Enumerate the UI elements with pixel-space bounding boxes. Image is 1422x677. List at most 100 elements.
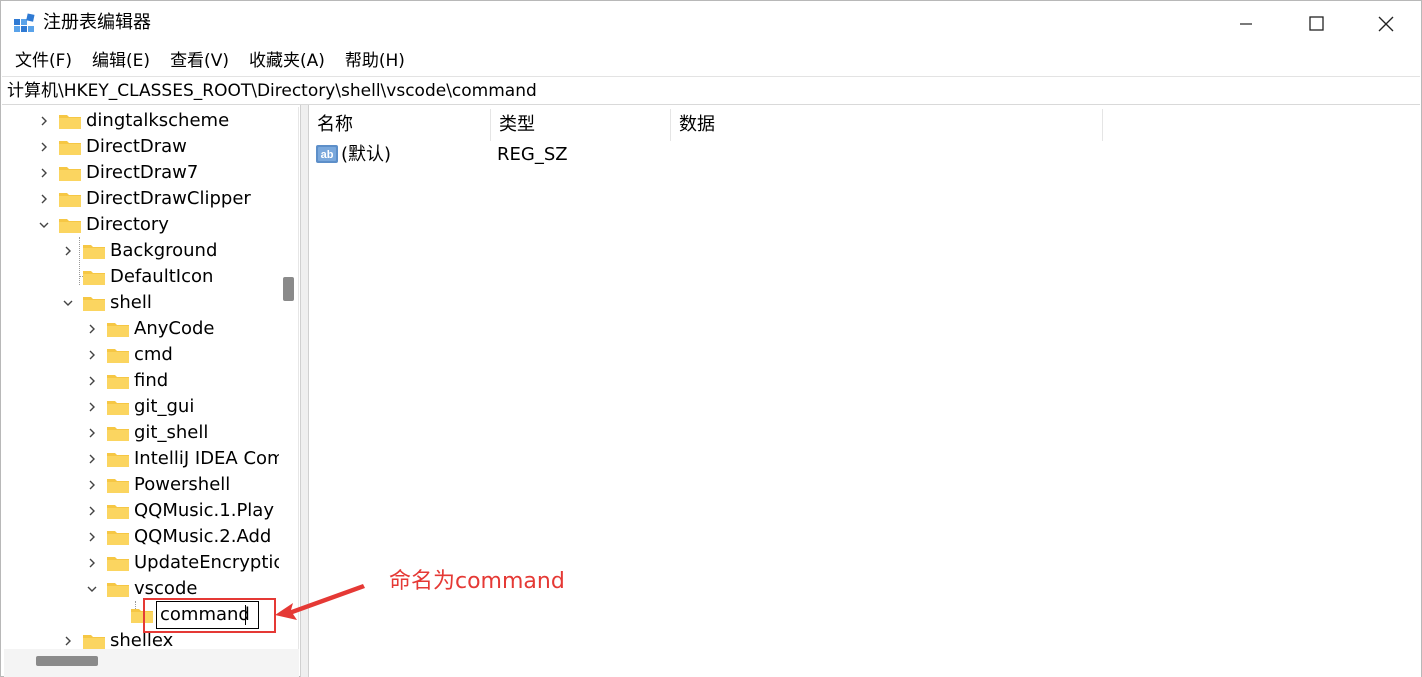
tree-vertical-scrollbar[interactable] <box>279 109 295 649</box>
chevron-down-icon[interactable] <box>84 581 100 597</box>
tree-item[interactable]: QQMusic.1.Play <box>84 498 274 524</box>
tree-item-label: git_gui <box>134 396 195 417</box>
tree-item[interactable]: shell <box>60 290 152 316</box>
close-button[interactable] <box>1351 1 1421 46</box>
tree-item[interactable]: IntelliJ IDEA Com <box>84 446 285 472</box>
chevron-right-icon[interactable] <box>84 347 100 363</box>
tree-item[interactable]: UpdateEncryptic <box>84 550 283 576</box>
tree-item-label: DirectDrawClipper <box>86 188 251 209</box>
menu-view[interactable]: 查看(V) <box>160 47 239 75</box>
tree-item[interactable]: cmd <box>84 342 173 368</box>
column-header-data[interactable]: 数据 <box>671 109 1103 141</box>
tree-item-label: dingtalkscheme <box>86 110 230 131</box>
address-bar[interactable]: 计算机\HKEY_CLASSES_ROOT\Directory\shell\vs… <box>2 76 1420 105</box>
chevron-down-icon[interactable] <box>60 295 76 311</box>
value-row[interactable]: ab (默认) REG_SZ <box>309 141 1109 169</box>
tree-item-label: DirectDraw <box>86 136 187 157</box>
window-title: 注册表编辑器 <box>43 12 151 33</box>
svg-text:ab: ab <box>321 149 334 161</box>
tree-item-label: find <box>134 370 169 391</box>
tree-item[interactable]: git_shell <box>84 420 208 446</box>
folder-icon <box>59 141 81 155</box>
folder-icon <box>107 427 129 441</box>
column-header-name[interactable]: 名称 <box>309 109 491 141</box>
tree-item[interactable]: DirectDraw7 <box>36 160 198 186</box>
tree-item[interactable]: DirectDraw <box>36 134 187 160</box>
value-type: REG_SZ <box>497 144 568 165</box>
folder-icon <box>107 531 129 545</box>
folder-icon <box>107 583 129 597</box>
chevron-right-icon[interactable] <box>60 243 76 259</box>
chevron-right-icon[interactable] <box>84 555 100 571</box>
annotation-highlight-box <box>143 598 276 633</box>
chevron-right-icon[interactable] <box>84 529 100 545</box>
folder-icon <box>59 167 81 181</box>
folder-icon <box>83 297 105 311</box>
registry-editor-window: 注册表编辑器 文件(F) 编辑(E) 查看(V) 收藏夹(A) 帮助(H) 计算… <box>0 0 1422 677</box>
close-icon <box>1378 16 1394 31</box>
chevron-right-icon[interactable] <box>36 113 52 129</box>
folder-icon <box>83 635 105 649</box>
tree-item-label: Directory <box>86 214 169 235</box>
tree-item[interactable]: git_gui <box>84 394 194 420</box>
tree-item[interactable]: QQMusic.2.Add <box>84 524 271 550</box>
tree-item[interactable]: Directory <box>36 212 169 238</box>
folder-icon <box>59 219 81 233</box>
chevron-right-icon[interactable] <box>84 425 100 441</box>
folder-icon <box>107 505 129 519</box>
tree-item[interactable]: find <box>84 368 168 394</box>
tree-item-label: DefaultIcon <box>110 266 214 287</box>
column-header-type[interactable]: 类型 <box>491 109 671 141</box>
registry-editor-icon <box>14 13 35 32</box>
folder-icon <box>107 479 129 493</box>
tree-item-label: cmd <box>134 344 173 365</box>
folder-icon <box>59 115 81 129</box>
tree-item-label: Powershell <box>134 474 231 495</box>
tree-item[interactable]: Powershell <box>84 472 230 498</box>
chevron-right-icon[interactable] <box>36 191 52 207</box>
tree-item-label: IntelliJ IDEA Com <box>134 448 285 469</box>
folder-icon <box>107 349 129 363</box>
menu-favorites[interactable]: 收藏夹(A) <box>239 47 335 75</box>
chevron-right-icon[interactable] <box>36 165 52 181</box>
menu-bar: 文件(F) 编辑(E) 查看(V) 收藏夹(A) 帮助(H) <box>1 46 1421 76</box>
minimize-icon <box>1240 22 1252 25</box>
chevron-right-icon[interactable] <box>36 139 52 155</box>
key-tree[interactable]: dingtalkscheme DirectDraw DirectDraw7 Direc… <box>4 107 299 677</box>
menu-edit[interactable]: 编辑(E) <box>82 47 160 75</box>
chevron-right-icon[interactable] <box>84 451 100 467</box>
tree-item-label: QQMusic.2.Add <box>134 526 272 547</box>
tree-item[interactable]: DirectDrawClipper <box>36 186 251 212</box>
folder-icon <box>83 245 105 259</box>
folder-icon <box>107 401 129 415</box>
tree-item[interactable]: AnyCode <box>84 316 214 342</box>
tree-vertical-scroll-thumb[interactable] <box>283 277 294 301</box>
annotation-text: 命名为command <box>389 569 565 594</box>
chevron-right-icon[interactable] <box>84 503 100 519</box>
tree-horizontal-scroll-thumb[interactable] <box>36 656 98 666</box>
tree-item-label: QQMusic.1.Play <box>134 500 274 521</box>
chevron-right-icon[interactable] <box>60 633 76 649</box>
menu-help[interactable]: 帮助(H) <box>335 47 415 75</box>
chevron-right-icon[interactable] <box>84 321 100 337</box>
title-bar[interactable]: 注册表编辑器 <box>1 1 1421 46</box>
folder-icon <box>107 375 129 389</box>
tree-item-label: UpdateEncryptic <box>134 552 284 573</box>
tree-item[interactable]: Background <box>60 238 217 264</box>
value-name: (默认) <box>341 144 392 165</box>
chevron-right-icon[interactable] <box>84 477 100 493</box>
chevron-right-icon[interactable] <box>84 399 100 415</box>
folder-icon <box>83 271 105 285</box>
folder-icon <box>107 453 129 467</box>
menu-file[interactable]: 文件(F) <box>5 47 82 75</box>
minimize-button[interactable] <box>1211 1 1281 46</box>
chevron-down-icon[interactable] <box>36 217 52 233</box>
chevron-right-icon[interactable] <box>84 373 100 389</box>
maximize-button[interactable] <box>1281 1 1351 46</box>
tree-item[interactable]: DefaultIcon <box>60 264 213 290</box>
tree-item-label: shell <box>110 292 152 313</box>
folder-icon <box>107 557 129 571</box>
tree-item[interactable]: dingtalkscheme <box>36 108 229 134</box>
